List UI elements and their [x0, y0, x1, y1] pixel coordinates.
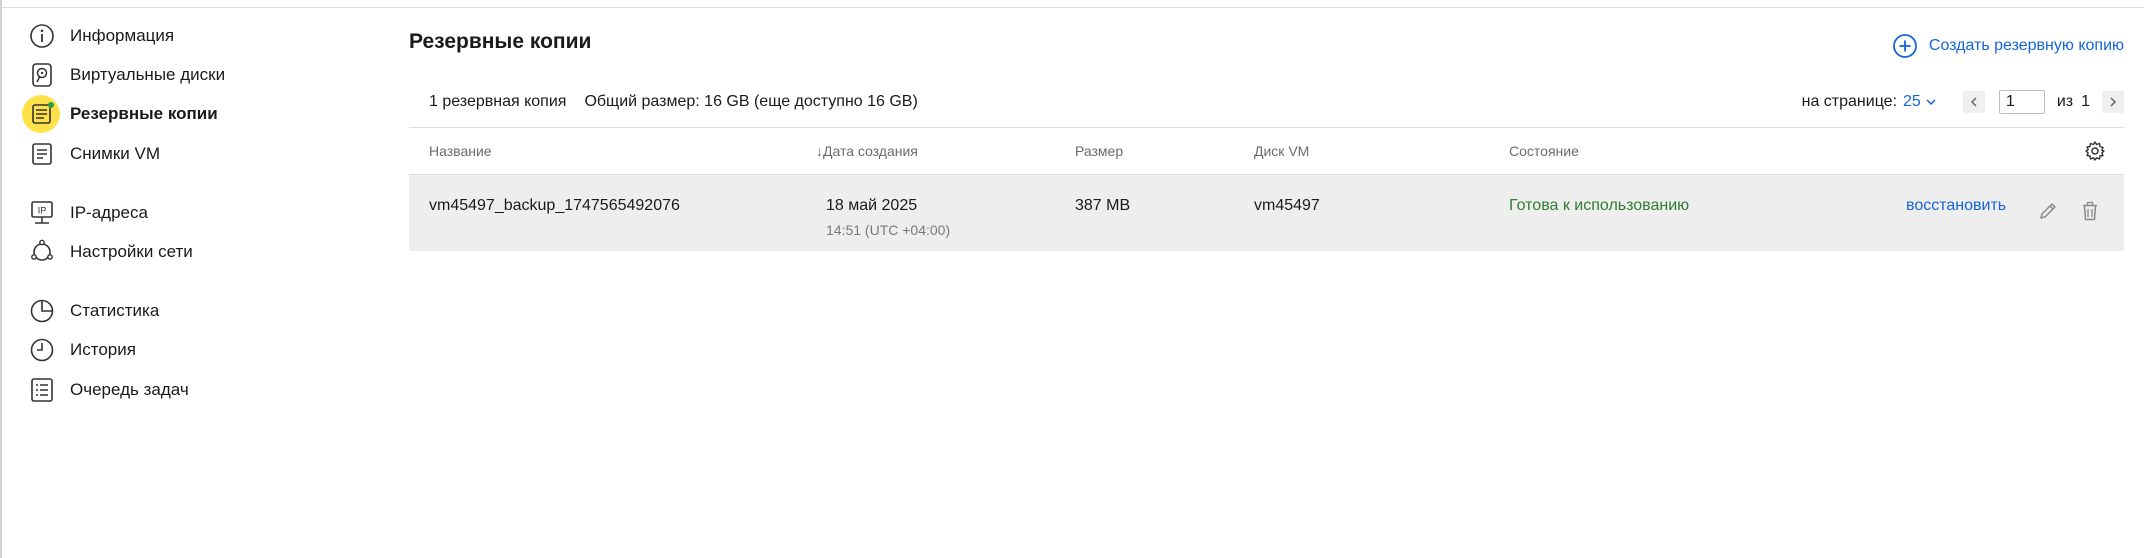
column-header-created[interactable]: ↓Дата создания — [816, 143, 918, 159]
info-icon — [28, 22, 56, 50]
sidebar-item-label: Резервные копии — [70, 104, 218, 123]
table-header: Название ↓Дата создания Размер Диск VM С… — [409, 127, 2124, 175]
total-pages: 1 — [2081, 93, 2090, 110]
edit-pencil-icon[interactable] — [2037, 200, 2059, 222]
pagination: на странице: 25 из 1 — [1802, 88, 2124, 116]
disk-icon — [28, 61, 56, 89]
next-page-button[interactable] — [2102, 91, 2124, 113]
chevron-down-icon — [1921, 96, 1937, 108]
backup-time: 14:51 (UTC +04:00) — [826, 222, 951, 238]
gear-icon[interactable] — [2084, 140, 2106, 162]
backup-size: 387 MB — [1075, 197, 1131, 214]
column-header-state[interactable]: Состояние — [1509, 143, 1579, 159]
sidebar-item-label: Информация — [70, 26, 175, 45]
chevron-left-icon — [1968, 96, 1980, 108]
sidebar-item-backups[interactable]: Резервные копии — [22, 95, 218, 133]
backup-count: 1 резервная копия — [429, 93, 567, 110]
network-settings-icon — [28, 238, 56, 266]
sidebar-item-history[interactable]: История — [28, 333, 136, 367]
sidebar-item-task-queue[interactable]: Очередь задач — [28, 373, 189, 407]
per-page-value: 25 — [1903, 93, 1921, 110]
snapshot-icon — [28, 140, 56, 168]
backup-icon — [22, 95, 60, 133]
sidebar-item-label: Очередь задач — [70, 380, 189, 399]
sidebar-item-label: Снимки VM — [70, 144, 161, 163]
sidebar-item-virtual-disks[interactable]: Виртуальные диски — [28, 58, 225, 92]
backup-disk: vm45497 — [1254, 197, 1320, 214]
plus-circle-icon — [1892, 33, 1929, 59]
sidebar-item-label: Настройки сети — [70, 242, 193, 261]
trash-icon[interactable] — [2079, 200, 2101, 222]
pie-chart-icon — [28, 297, 56, 325]
ip-address-icon: IP — [28, 199, 56, 227]
backup-summary: 1 резервная копия Общий размер: 16 GB (ещ… — [429, 93, 918, 111]
prev-page-button[interactable] — [1962, 91, 1985, 113]
page-number-input[interactable] — [1998, 90, 2045, 114]
column-header-disk[interactable]: Диск VM — [1254, 143, 1309, 159]
backup-total-size: Общий размер: 16 GB (еще доступно 16 GB) — [584, 93, 918, 110]
backup-status: Готова к использованию — [1509, 197, 1690, 214]
page-of-label: из — [2056, 93, 2074, 110]
sidebar-item-statistics[interactable]: Статистика — [28, 294, 159, 328]
sidebar-item-label: История — [70, 340, 136, 359]
backup-date: 18 май 2025 — [826, 197, 918, 214]
sidebar-item-label: Статистика — [70, 301, 160, 320]
main-content: Резервные копии Создать резервную копию … — [409, 0, 2124, 558]
sidebar-item-vm-snapshots[interactable]: Снимки VM — [28, 137, 160, 171]
chevron-right-icon — [2107, 96, 2119, 108]
app-frame: Информация Виртуальные диски Резервные к… — [0, 0, 2144, 558]
page-title: Резервные копии — [409, 30, 592, 53]
svg-text:IP: IP — [38, 206, 47, 216]
sidebar-item-label: Виртуальные диски — [70, 65, 226, 84]
task-list-icon — [28, 376, 56, 404]
left-divider — [0, 0, 2, 558]
create-backup-button[interactable]: Создать резервную копию — [1892, 33, 2124, 59]
backups-table: Название ↓Дата создания Размер Диск VM С… — [409, 127, 2124, 251]
create-backup-label: Создать резервную копию — [1928, 37, 2124, 54]
column-header-size[interactable]: Размер — [1075, 143, 1123, 159]
per-page-select[interactable]: 25 — [1903, 93, 1937, 111]
sidebar-item-network-settings[interactable]: Настройки сети — [28, 235, 193, 269]
clock-icon — [28, 336, 56, 364]
per-page-label: на странице: — [1801, 93, 1898, 110]
backup-name: vm45497_backup_1747565492076 — [429, 197, 680, 214]
column-header-name[interactable]: Название — [429, 143, 492, 159]
restore-link[interactable]: восстановить — [1906, 197, 2006, 215]
sidebar-item-info[interactable]: Информация — [28, 19, 174, 53]
table-row: vm45497_backup_1747565492076 18 май 2025… — [409, 175, 2124, 251]
sidebar-item-label: IP-адреса — [70, 203, 148, 222]
sidebar-item-ip-addresses[interactable]: IP IP-адреса — [28, 196, 148, 230]
